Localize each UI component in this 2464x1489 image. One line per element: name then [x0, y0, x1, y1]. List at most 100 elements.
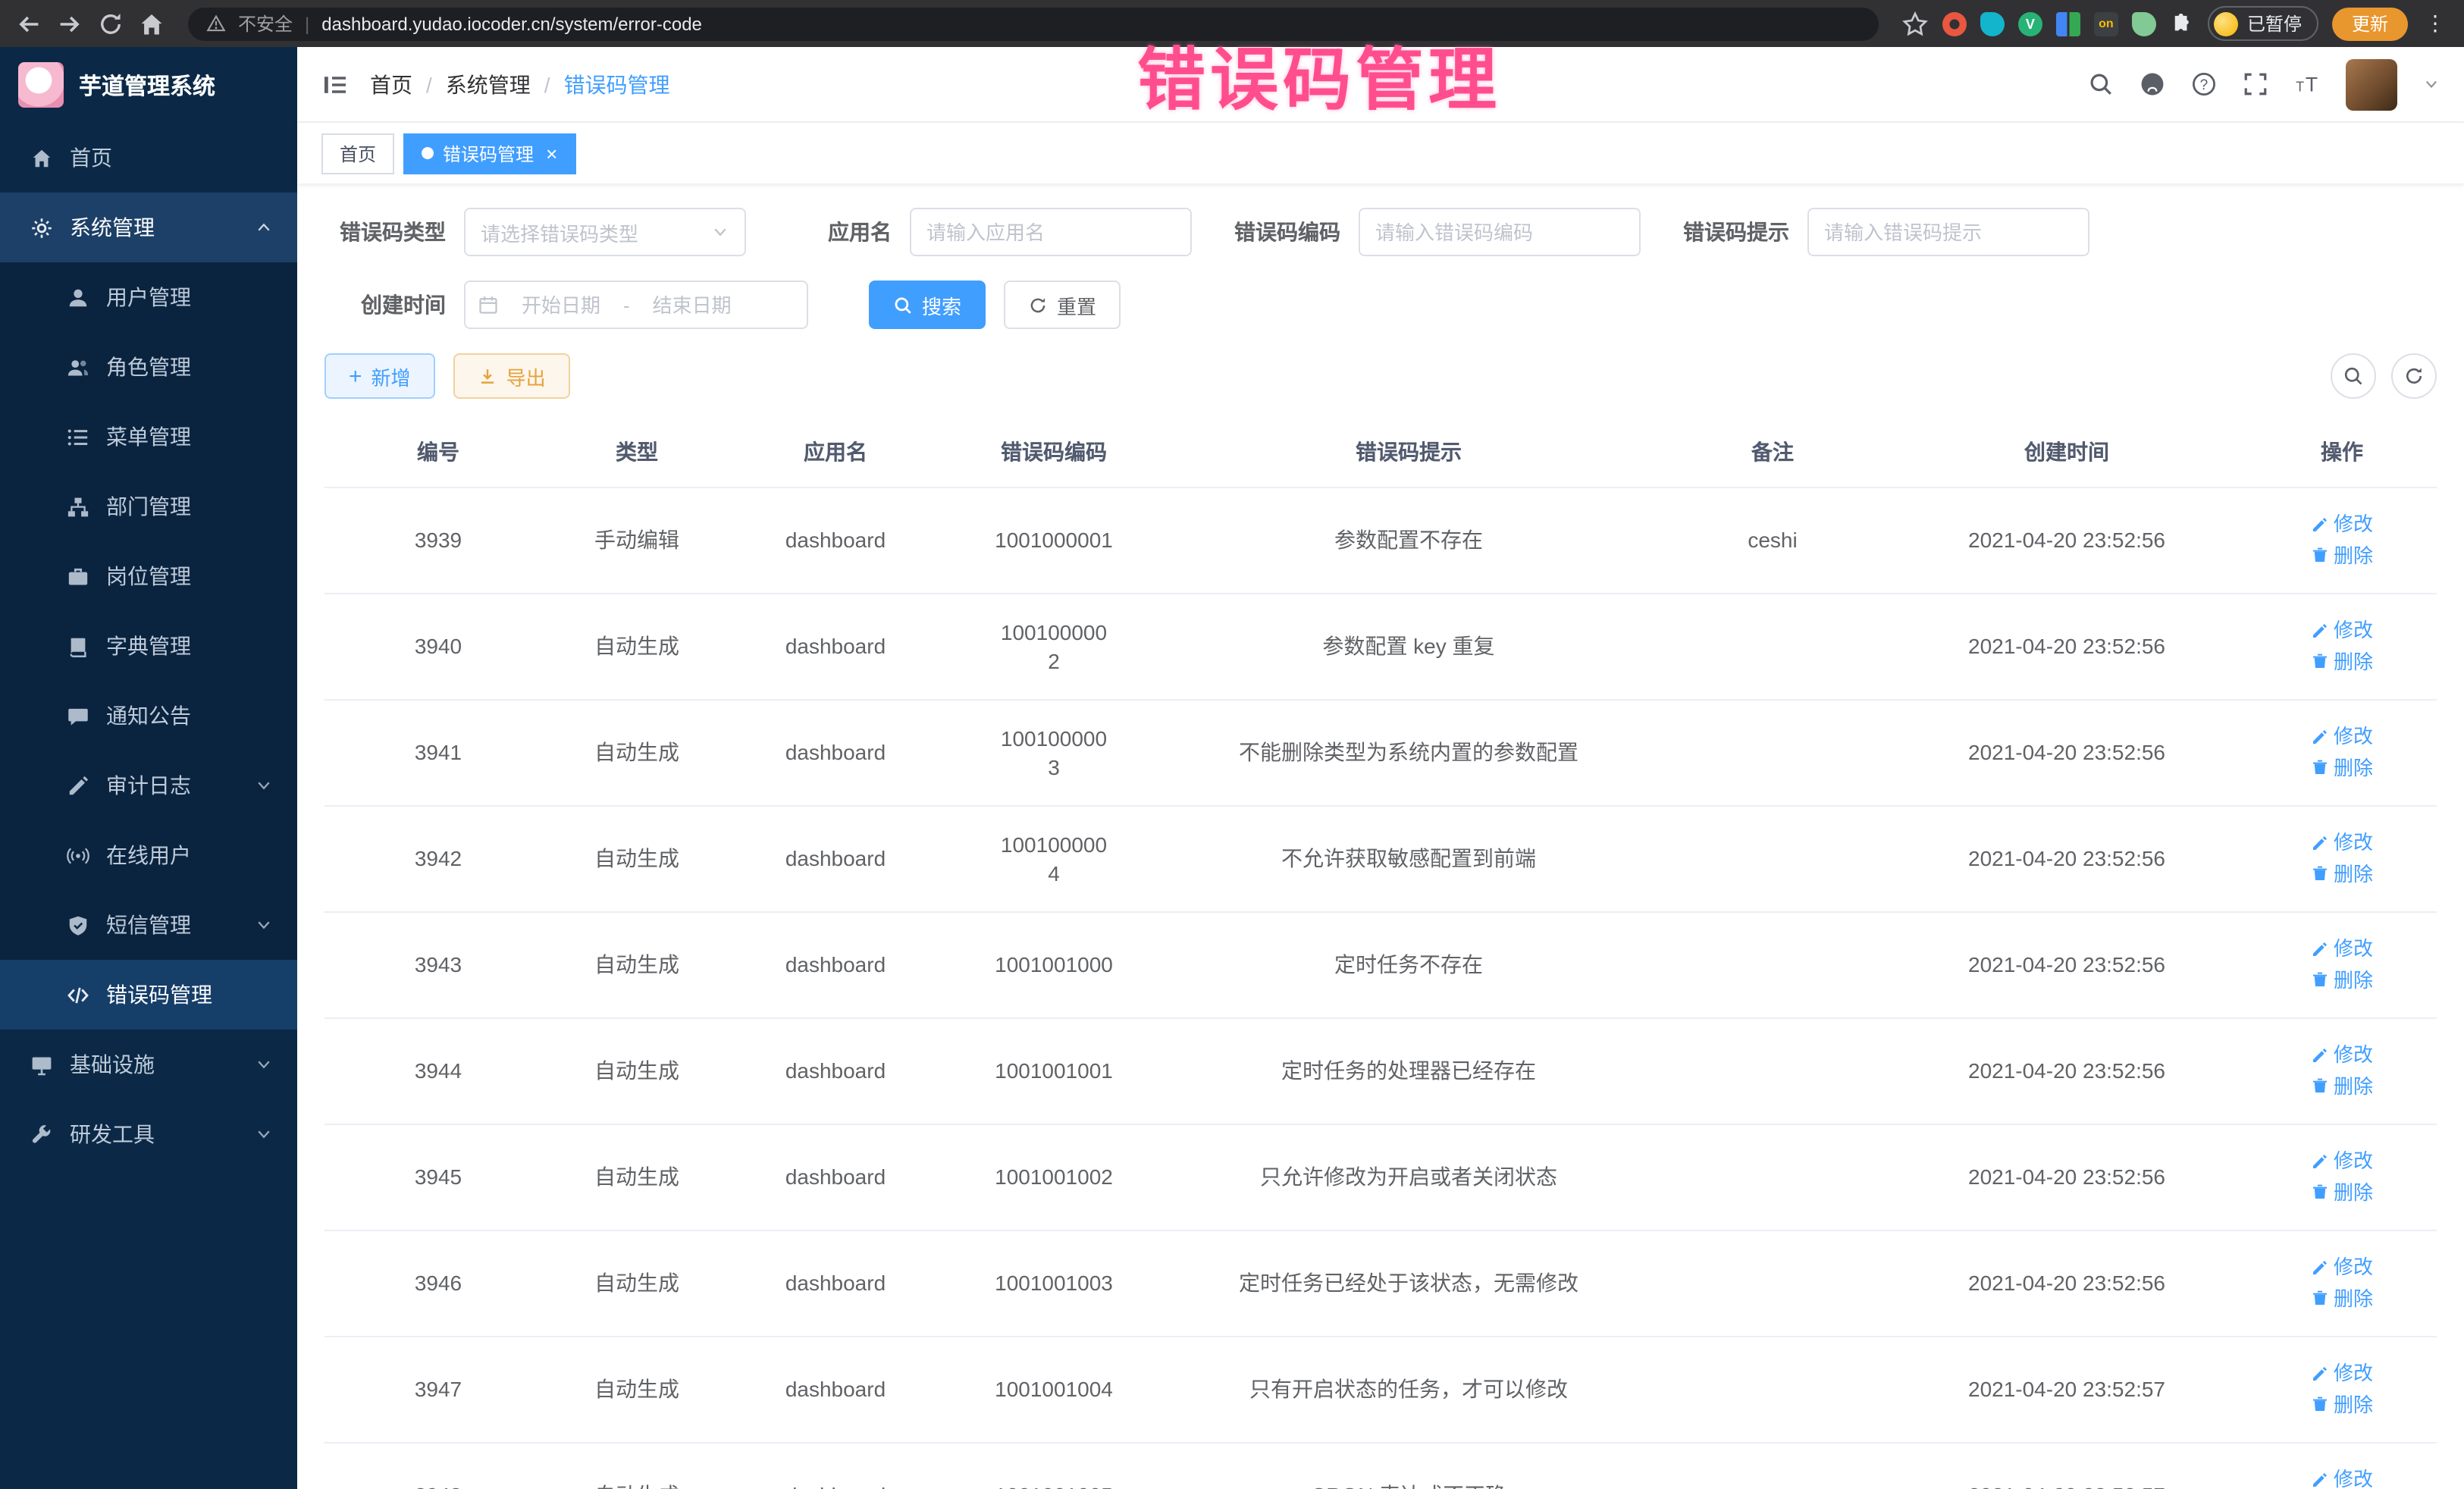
pencil-icon [2311, 621, 2329, 639]
error-code-input[interactable] [1359, 208, 1641, 256]
cell-remark [1659, 1018, 1886, 1124]
sidebar-item-sms[interactable]: 短信管理 [0, 890, 297, 960]
tab-error-code[interactable]: 错误码管理 × [403, 133, 575, 174]
date-range-picker[interactable]: - [464, 281, 808, 329]
error-hint-input[interactable] [1807, 208, 2089, 256]
extension-red-icon[interactable] [1942, 11, 1967, 36]
sidebar-item-label: 菜单管理 [106, 422, 191, 452]
end-date-input[interactable] [638, 293, 747, 316]
sidebar-item-post[interactable]: 岗位管理 [0, 541, 297, 611]
delete-link[interactable]: 删除 [2311, 1284, 2373, 1312]
show-search-button[interactable] [2331, 353, 2376, 399]
breadcrumb-system[interactable]: 系统管理 [446, 69, 531, 99]
help-icon[interactable]: ? [2191, 71, 2217, 97]
cell-hint: CRON 表达式不正确 [1158, 1443, 1659, 1489]
reset-button[interactable]: 重置 [1004, 281, 1121, 329]
delete-link[interactable]: 删除 [2311, 1177, 2373, 1206]
refresh-table-button[interactable] [2391, 353, 2437, 399]
logo[interactable]: 芋道管理系统 [0, 47, 297, 123]
bookmark-star-icon[interactable] [1901, 10, 1929, 37]
tab-close-icon[interactable]: × [546, 142, 557, 165]
fullscreen-icon[interactable] [2243, 71, 2268, 97]
font-size-icon[interactable]: TT [2294, 71, 2320, 97]
extension-teal-icon[interactable] [1980, 11, 2005, 36]
cell-code: 1001000001 [949, 487, 1158, 594]
sidebar-item-online-user[interactable]: 在线用户 [0, 820, 297, 890]
extension-grid-icon[interactable] [2056, 11, 2080, 36]
sidebar-item-dev-tools[interactable]: 研发工具 [0, 1099, 297, 1169]
browser-forward-icon[interactable] [56, 10, 83, 37]
extension-green-icon[interactable]: V [2018, 11, 2042, 36]
sidebar-item-system[interactable]: 系统管理 [0, 193, 297, 262]
address-bar[interactable]: 不安全 | dashboard.yudao.iocoder.cn/system/… [188, 7, 1879, 40]
sidebar-item-dict[interactable]: 字典管理 [0, 611, 297, 681]
sidebar-item-infra[interactable]: 基础设施 [0, 1030, 297, 1099]
top-navbar: 首页 / 系统管理 / 错误码管理 ? TT [297, 47, 2464, 123]
sidebar-item-menu[interactable]: 菜单管理 [0, 402, 297, 472]
cell-type: 自动生成 [552, 700, 722, 806]
extension-leaf-icon[interactable] [2132, 11, 2156, 36]
profile-emoji-icon [2214, 11, 2238, 36]
browser-update-button[interactable]: 更新 [2332, 7, 2408, 40]
sidebar-toggle-icon[interactable] [321, 72, 349, 96]
browser-home-icon[interactable] [138, 10, 165, 37]
export-button-label: 导出 [506, 362, 546, 390]
app-title: 芋道管理系统 [79, 69, 215, 101]
sidebar: 芋道管理系统 首页系统管理用户管理角色管理菜单管理部门管理岗位管理字典管理通知公… [0, 47, 297, 1489]
trash-icon [2311, 1289, 2329, 1307]
delete-link[interactable]: 删除 [2311, 1071, 2373, 1100]
avatar[interactable] [2346, 58, 2397, 110]
edit-link[interactable]: 修改 [2311, 1465, 2373, 1489]
sidebar-item-notice[interactable]: 通知公告 [0, 681, 297, 751]
edit-link[interactable]: 修改 [2311, 1252, 2373, 1281]
add-button[interactable]: + 新增 [324, 353, 435, 399]
error-type-select[interactable]: 请选择错误码类型 [464, 208, 746, 256]
extension-on-badge-icon[interactable]: on [2094, 11, 2118, 36]
edit-link[interactable]: 修改 [2311, 1359, 2373, 1387]
browser-back-icon[interactable] [15, 10, 42, 37]
sidebar-item-audit-log[interactable]: 审计日志 [0, 751, 297, 820]
extensions-puzzle-icon[interactable] [2170, 11, 2194, 36]
breadcrumb-home[interactable]: 首页 [370, 69, 412, 99]
edit-link[interactable]: 修改 [2311, 616, 2373, 644]
edit-link[interactable]: 修改 [2311, 509, 2373, 538]
edit-link[interactable]: 修改 [2311, 934, 2373, 963]
edit-link[interactable]: 修改 [2311, 1040, 2373, 1069]
paused-profile-chip[interactable]: 已暂停 [2208, 6, 2318, 41]
edit-link[interactable]: 修改 [2311, 1146, 2373, 1175]
delete-link-label: 删除 [2334, 647, 2373, 676]
search-icon[interactable] [2088, 71, 2114, 97]
edit-link[interactable]: 修改 [2311, 828, 2373, 857]
breadcrumb-current: 错误码管理 [564, 69, 670, 99]
edit-link[interactable]: 修改 [2311, 722, 2373, 751]
edit-link-label: 修改 [2334, 722, 2373, 751]
delete-link[interactable]: 删除 [2311, 753, 2373, 782]
sidebar-item-role[interactable]: 角色管理 [0, 332, 297, 402]
sidebar-item-home[interactable]: 首页 [0, 123, 297, 193]
sidebar-item-label: 研发工具 [70, 1119, 155, 1149]
add-button-label: 新增 [371, 362, 411, 390]
delete-link[interactable]: 删除 [2311, 859, 2373, 888]
edit-link-label: 修改 [2334, 828, 2373, 857]
cell-type: 自动生成 [552, 594, 722, 700]
edit-link-label: 修改 [2334, 934, 2373, 963]
start-date-input[interactable] [506, 293, 616, 316]
github-icon[interactable] [2140, 71, 2165, 97]
export-button[interactable]: 导出 [453, 353, 570, 399]
cell-remark [1659, 806, 1886, 912]
chevron-down-icon[interactable] [2423, 76, 2440, 92]
browser-menu-icon[interactable]: ⋮ [2422, 11, 2449, 36]
tab-home[interactable]: 首页 [321, 133, 394, 174]
sidebar-item-error-code[interactable]: 错误码管理 [0, 960, 297, 1030]
sidebar-item-label: 基础设施 [70, 1049, 155, 1080]
app-name-input[interactable] [910, 208, 1192, 256]
browser-refresh-icon[interactable] [97, 10, 124, 37]
delete-link[interactable]: 删除 [2311, 647, 2373, 676]
sidebar-item-user[interactable]: 用户管理 [0, 262, 297, 332]
trash-icon [2311, 1395, 2329, 1413]
delete-link[interactable]: 删除 [2311, 1390, 2373, 1418]
delete-link[interactable]: 删除 [2311, 965, 2373, 994]
delete-link[interactable]: 删除 [2311, 541, 2373, 569]
search-button[interactable]: 搜索 [869, 281, 986, 329]
sidebar-item-dept[interactable]: 部门管理 [0, 472, 297, 541]
